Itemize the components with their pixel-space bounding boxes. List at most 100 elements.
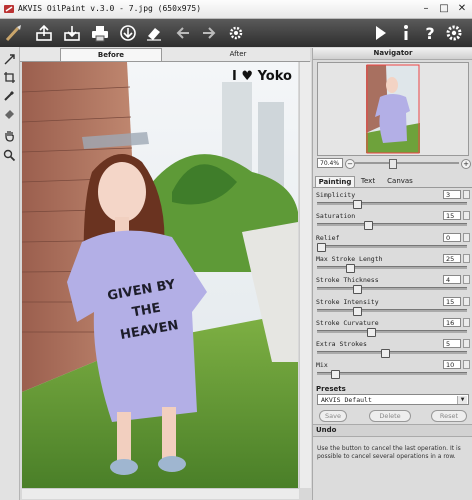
param-slider-thumb[interactable]: [352, 306, 362, 316]
param-slider-thumb[interactable]: [381, 349, 391, 359]
close-button[interactable]: ✕: [456, 3, 468, 15]
image-canvas[interactable]: GIVEN BY THE HEAVEN I ♥ Yoko: [22, 62, 298, 488]
window-title: AKVIS OilPaint v.3.0 - 7.jpg (650x975): [18, 4, 202, 13]
param-label: Stroke Intensity: [316, 297, 379, 306]
param-slider[interactable]: [317, 221, 467, 231]
param-value-field[interactable]: 25: [443, 253, 461, 263]
open-icon[interactable]: [34, 23, 54, 43]
navigator-header: Navigator: [313, 48, 472, 60]
zoom-tool-icon[interactable]: [3, 149, 16, 162]
param-label: Mix: [316, 361, 328, 370]
param-slider[interactable]: [317, 263, 467, 273]
tab-painting[interactable]: Painting: [315, 176, 355, 187]
param-spinner[interactable]: [463, 253, 470, 263]
vertical-scrollbar[interactable]: [299, 62, 311, 488]
crop-tool-icon[interactable]: [3, 71, 16, 84]
tab-after[interactable]: After: [188, 48, 288, 60]
param-value-field[interactable]: 16: [443, 317, 461, 327]
tab-text[interactable]: Text: [355, 176, 381, 186]
tools-panel: [0, 47, 20, 500]
navigator-thumbnail[interactable]: [317, 62, 469, 156]
brush-tool-icon[interactable]: [3, 89, 16, 102]
undo-header: Undo: [313, 424, 472, 437]
help-icon[interactable]: ?: [420, 23, 440, 43]
app-logo-icon: [4, 5, 14, 13]
overlay-caption: I ♥ Yoko: [232, 69, 292, 84]
navigator-preview-image: [318, 63, 468, 155]
param-spinner[interactable]: [463, 190, 470, 199]
preset-select[interactable]: AKVIS Default ▼: [317, 394, 469, 405]
param-spinner[interactable]: [463, 232, 470, 242]
param-slider-thumb[interactable]: [367, 327, 377, 337]
param-slider[interactable]: [317, 327, 467, 337]
param-slider[interactable]: [317, 349, 467, 359]
minimize-button[interactable]: –: [420, 3, 432, 15]
param-label: Stroke Curvature: [316, 318, 379, 327]
param-slider-thumb[interactable]: [345, 263, 355, 273]
param-slider-thumb[interactable]: [352, 200, 362, 209]
tab-canvas[interactable]: Canvas: [383, 176, 417, 186]
settings-panel: Navigator 70.4% − + Painting Text Canvas…: [312, 48, 472, 500]
zoom-field[interactable]: 70.4%: [317, 158, 343, 168]
param-label: Saturation: [316, 212, 356, 221]
presets-title: Presets: [316, 385, 346, 393]
param-slider[interactable]: [317, 370, 467, 380]
run-icon[interactable]: [370, 23, 390, 43]
view-tabs: Before After: [20, 48, 310, 62]
zoom-in-button[interactable]: +: [461, 159, 471, 169]
horizontal-scrollbar[interactable]: [22, 488, 299, 499]
info-icon[interactable]: [396, 23, 416, 43]
param-slider[interactable]: [317, 285, 467, 295]
param-slider[interactable]: [317, 200, 467, 209]
param-value-field[interactable]: 5: [443, 339, 461, 349]
maximize-button[interactable]: □: [438, 3, 450, 15]
param-slider[interactable]: [317, 242, 467, 252]
param-label: Relief: [316, 233, 340, 242]
param-spinner[interactable]: [463, 339, 470, 349]
param-spinner[interactable]: [463, 296, 470, 306]
param-slider-thumb[interactable]: [364, 221, 374, 231]
param-row: Stroke Thickness 4: [313, 275, 472, 295]
param-spinner[interactable]: [463, 211, 470, 221]
param-row: Extra Strokes 5: [313, 339, 472, 359]
param-row: Simplicity 3: [313, 190, 472, 210]
tab-before[interactable]: Before: [60, 48, 162, 61]
param-spinner[interactable]: [463, 317, 470, 327]
param-value-field[interactable]: 3: [443, 190, 461, 199]
hand-tool-icon[interactable]: [3, 129, 16, 142]
parameter-tabs: Painting Text Canvas: [313, 176, 472, 188]
param-label: Simplicity: [316, 191, 356, 199]
param-row: Stroke Curvature 16: [313, 317, 472, 338]
param-value-field[interactable]: 4: [443, 275, 461, 285]
forward-icon[interactable]: [198, 23, 218, 43]
delete-preset-button[interactable]: Delete: [369, 410, 411, 422]
param-value-field[interactable]: 15: [443, 211, 461, 221]
back-icon[interactable]: [174, 23, 194, 43]
param-value-field[interactable]: 0: [443, 232, 461, 242]
publish-icon[interactable]: [118, 23, 138, 43]
zoom-slider[interactable]: [355, 159, 459, 169]
param-slider-thumb[interactable]: [331, 370, 341, 380]
param-slider-thumb[interactable]: [317, 242, 326, 252]
print-icon[interactable]: [90, 23, 110, 43]
reset-preset-button[interactable]: Reset: [431, 410, 467, 422]
param-value-field[interactable]: 15: [443, 296, 461, 306]
direction-tool-icon[interactable]: [3, 53, 16, 66]
zoom-out-button[interactable]: −: [345, 159, 355, 169]
param-spinner[interactable]: [463, 360, 470, 370]
settings-gear-icon[interactable]: [226, 23, 246, 43]
param-slider-thumb[interactable]: [352, 285, 362, 295]
param-slider[interactable]: [317, 306, 467, 316]
param-row: Mix 10: [313, 360, 472, 380]
zoom-slider-thumb[interactable]: [389, 159, 398, 169]
param-label: Extra Strokes: [316, 340, 367, 349]
eraser-tool-icon[interactable]: [3, 107, 16, 120]
save-icon[interactable]: [62, 23, 82, 43]
save-preset-button[interactable]: Save: [319, 410, 347, 422]
param-value-field[interactable]: 10: [443, 360, 461, 370]
param-spinner[interactable]: [463, 275, 470, 285]
chevron-down-icon[interactable]: ▼: [457, 396, 467, 404]
eraser-icon[interactable]: [144, 23, 164, 43]
param-row: Saturation 15: [313, 211, 472, 231]
preferences-icon[interactable]: [444, 23, 464, 43]
